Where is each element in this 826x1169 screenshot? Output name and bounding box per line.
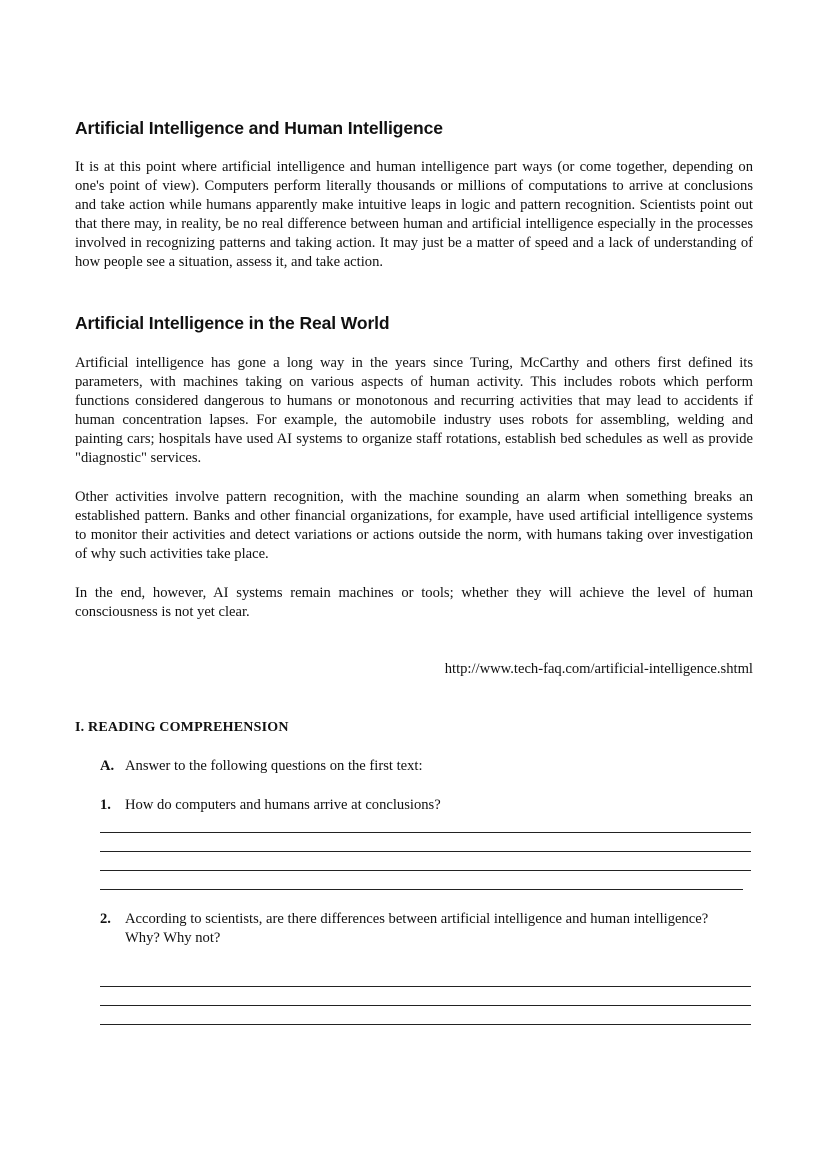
question-number: 2. bbox=[100, 911, 111, 927]
paragraph-real-world-3: In the end, however, AI systems remain m… bbox=[75, 585, 753, 621]
answer-line-q1[interactable] bbox=[100, 832, 751, 833]
answer-line-q1[interactable] bbox=[100, 889, 743, 890]
exercise-instruction: A. Answer to the following questions on … bbox=[100, 757, 710, 776]
question-1: 1. How do computers and humans arrive at… bbox=[100, 796, 710, 815]
instruction-label: A. bbox=[100, 758, 115, 774]
answer-line-q2[interactable] bbox=[100, 1024, 751, 1025]
paragraph-real-world-1: Artificial intelligence has gone a long … bbox=[75, 355, 753, 467]
question-text: According to scientists, are there diffe… bbox=[125, 911, 709, 946]
question-2: 2. According to scientists, are there di… bbox=[100, 910, 710, 948]
source-link[interactable]: http://www.tech-faq.com/artificial-intel… bbox=[445, 661, 753, 678]
instruction-text: Answer to the following questions on the… bbox=[125, 758, 423, 774]
paragraph-ai-human: It is at this point where artificial int… bbox=[75, 159, 753, 271]
question-text: How do computers and humans arrive at co… bbox=[125, 797, 441, 813]
section-heading-ai-human: Artificial Intelligence and Human Intell… bbox=[75, 118, 443, 138]
answer-line-q2[interactable] bbox=[100, 1005, 751, 1006]
answer-line-q1[interactable] bbox=[100, 851, 751, 852]
section-heading-ai-real-world: Artificial Intelligence in the Real Worl… bbox=[75, 313, 390, 333]
question-number: 1. bbox=[100, 797, 111, 813]
paragraph-real-world-2: Other activities involve pattern recogni… bbox=[75, 489, 753, 563]
answer-line-q1[interactable] bbox=[100, 870, 751, 871]
answer-line-q2[interactable] bbox=[100, 986, 751, 987]
exercise-title: I. READING COMPREHENSION bbox=[75, 720, 289, 735]
